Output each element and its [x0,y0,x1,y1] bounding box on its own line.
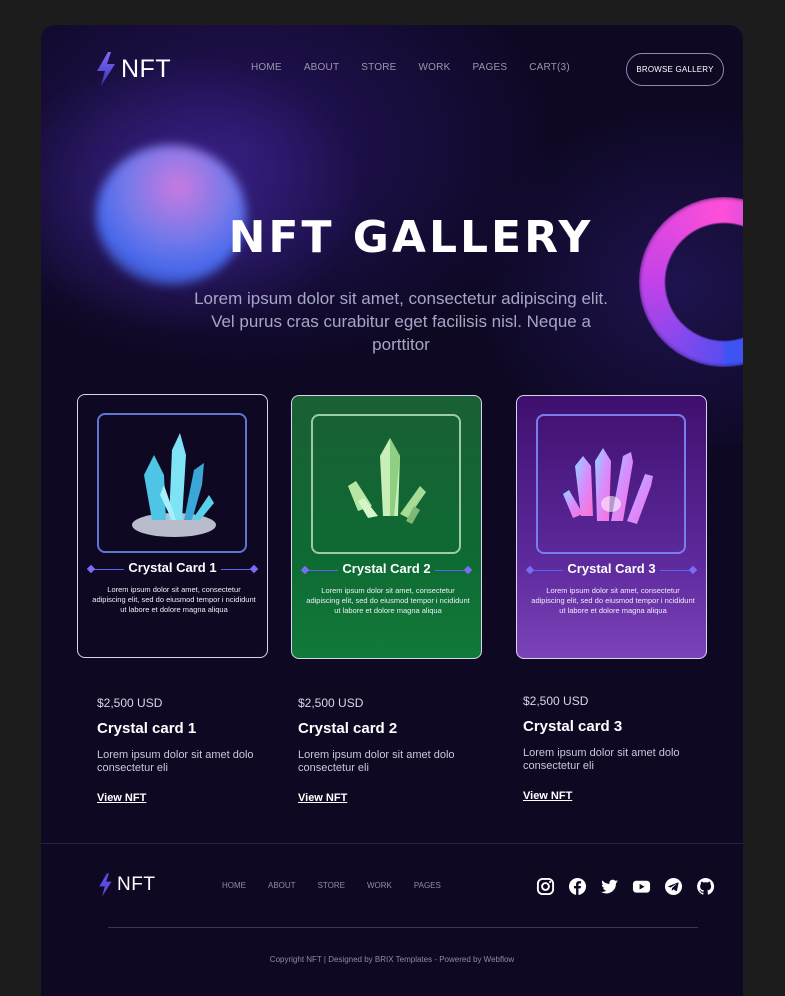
card-title: Crystal Card 2 [342,561,431,576]
hero-subtitle: Lorem ipsum dolor sit amet, consectetur … [194,289,608,354]
nft-card-2[interactable]: Crystal Card 2 Lorem ipsum dolor sit ame… [291,395,482,659]
instagram-icon[interactable] [536,877,555,896]
view-nft-link[interactable]: View NFT [298,792,347,804]
product-info-1: $2,500 USD Crystal card 1 Lorem ipsum do… [97,696,277,806]
view-nft-link[interactable]: View NFT [97,792,146,804]
nav-pages[interactable]: PAGES [472,62,507,73]
footer-divider [108,927,698,928]
nav-store[interactable]: STORE [361,62,396,73]
card-image-frame [536,414,686,554]
youtube-icon[interactable] [632,877,651,896]
lightning-bolt-icon [97,52,115,86]
nav-work[interactable]: WORK [419,62,451,73]
card-description: Lorem ipsum dolor sit amet, consectetur … [531,586,695,615]
header-logo[interactable]: NFT [95,52,171,86]
green-crystal-image [348,438,426,524]
card-title: Crystal Card 1 [128,560,217,575]
copyright-text: Copyright NFT | Designed by BRIX Templat… [269,955,515,964]
nav-cart[interactable]: CART(3) [529,62,570,73]
footer-nav-work[interactable]: WORK [367,881,392,890]
nft-card-3[interactable]: Crystal Card 3 Lorem ipsum dolor sit ame… [516,395,707,659]
lightning-bolt-icon [99,873,112,897]
product-info-3: $2,500 USD Crystal card 3 Lorem ipsum do… [523,694,703,804]
social-links [536,877,715,896]
card-image-frame [97,413,247,553]
card-title: Crystal Card 3 [567,561,656,576]
nav-about[interactable]: ABOUT [304,62,339,73]
page: NFT HOME ABOUT STORE WORK PAGES CART(3) … [41,25,743,996]
telegram-icon[interactable] [664,877,683,896]
product-name: Crystal card 2 [298,720,398,737]
twitter-icon[interactable] [600,877,619,896]
product-name: Crystal card 3 [523,718,623,735]
nft-card-1[interactable]: Crystal Card 1 Lorem ipsum dolor sit ame… [77,394,268,658]
footer-nav: HOME ABOUT STORE WORK PAGES [222,881,463,890]
card-description: Lorem ipsum dolor sit amet, consectetur … [92,585,256,614]
blue-crystal-image [132,433,216,537]
product-info-2: $2,500 USD Crystal card 2 Lorem ipsum do… [298,696,478,806]
purple-crystal-image [563,448,653,524]
card-description: Lorem ipsum dolor sit amet, consectetur … [306,586,470,615]
product-price: $2,500 USD [97,696,163,710]
footer-logo[interactable]: NFT [98,873,155,897]
footer-nav-home[interactable]: HOME [222,881,246,890]
hero-title: NFT GALLERY [228,212,594,263]
footer-nav-store[interactable]: STORE [318,881,345,890]
product-price: $2,500 USD [298,696,364,710]
github-icon[interactable] [696,877,715,896]
nav-home[interactable]: HOME [251,62,282,73]
brand-name: NFT [121,54,172,83]
browse-gallery-button[interactable]: BROWSE GALLERY [626,53,724,86]
facebook-icon[interactable] [568,877,587,896]
view-nft-link[interactable]: View NFT [523,790,572,802]
footer-divider-top [41,843,743,844]
product-description: Lorem ipsum dolor sit amet dolo consecte… [298,749,455,774]
footer-nav-about[interactable]: ABOUT [268,881,296,890]
footer-nav-pages[interactable]: PAGES [414,881,441,890]
product-description: Lorem ipsum dolor sit amet dolo consecte… [523,747,680,772]
card-image-frame [311,414,461,554]
product-name: Crystal card 1 [97,720,197,737]
main-nav: HOME ABOUT STORE WORK PAGES CART(3) [251,62,592,73]
product-description: Lorem ipsum dolor sit amet dolo consecte… [97,749,254,774]
footer-brand-name: NFT [117,874,156,895]
product-price: $2,500 USD [523,694,589,708]
